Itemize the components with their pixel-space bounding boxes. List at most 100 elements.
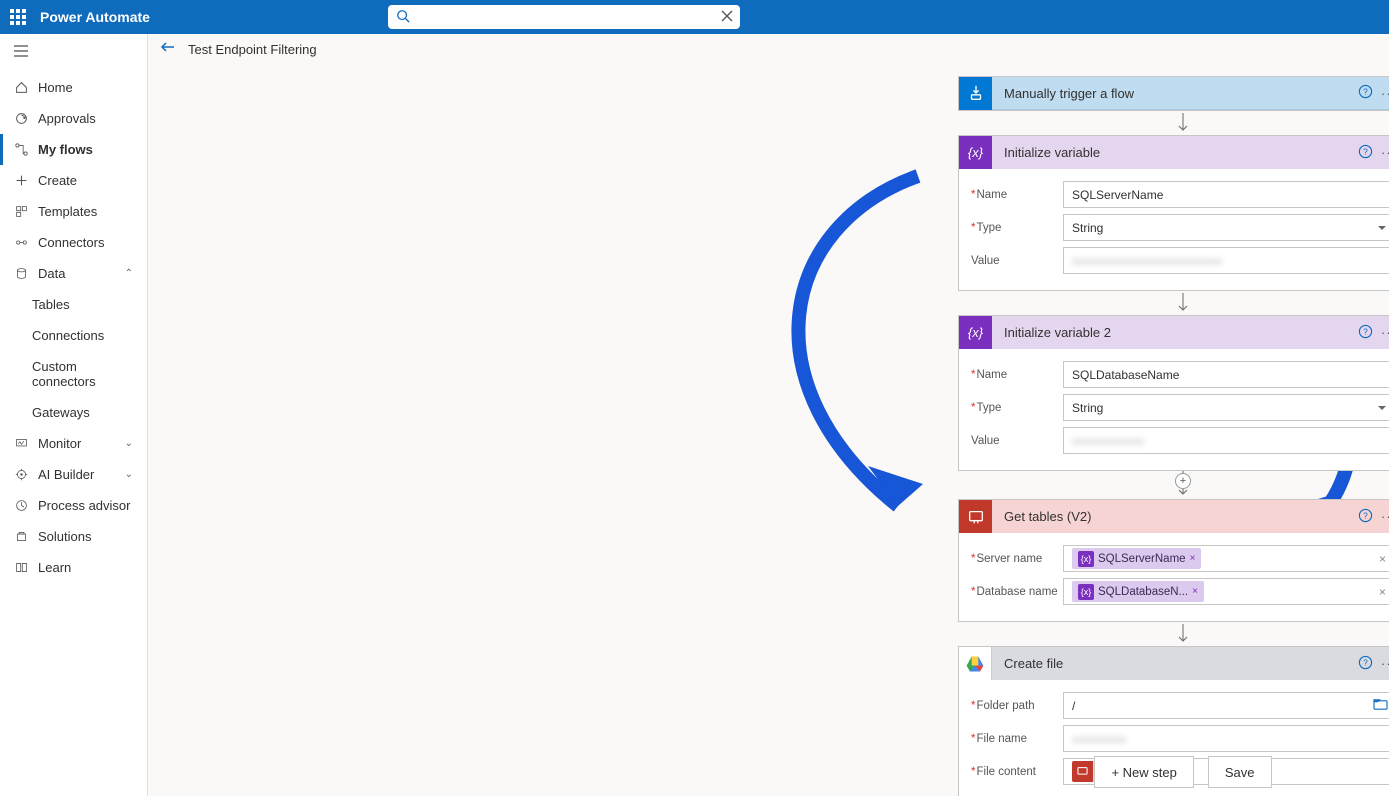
field-label-server: *Server name (971, 553, 1063, 565)
sidebar-item-tables[interactable]: Tables (0, 289, 147, 320)
sidebar-item-create[interactable]: Create (0, 165, 147, 196)
page-title: Test Endpoint Filtering (188, 42, 317, 57)
folder-picker-icon[interactable] (1373, 698, 1388, 714)
type-select[interactable]: String (1063, 394, 1389, 421)
variable-icon: {x} (959, 316, 992, 349)
chevron-down-icon: ⌄ (125, 469, 133, 480)
learn-icon (14, 561, 28, 574)
more-icon[interactable]: ··· (1381, 145, 1389, 160)
sidebar-item-home[interactable]: Home (0, 72, 147, 103)
templates-icon (14, 205, 28, 218)
brand-title: Power Automate (40, 9, 150, 25)
sidebar-item-label: Connections (32, 328, 104, 343)
sidebar-item-label: Connectors (38, 235, 104, 250)
field-label-type: *Type (971, 402, 1063, 414)
database-name-input[interactable]: {x}SQLDatabaseN...× × (1063, 578, 1389, 605)
save-button[interactable]: Save (1208, 756, 1272, 788)
value-input[interactable]: xxxxxxxxxxxx (1063, 427, 1389, 454)
remove-token-icon[interactable]: × (1190, 553, 1196, 564)
variable-icon: {x} (959, 136, 992, 169)
help-icon[interactable]: ? (1358, 144, 1373, 162)
svg-text:?: ? (1363, 326, 1368, 336)
field-label-value: Value (971, 435, 1063, 447)
sidebar-item-label: My flows (38, 142, 93, 157)
sidebar-item-approvals[interactable]: Approvals (0, 103, 147, 134)
step-title: Manually trigger a flow (1004, 86, 1358, 101)
value-input[interactable]: xxxxxxxxxxxxxxxxxxxxxxxxx (1063, 247, 1389, 274)
name-input[interactable]: SQLServerName (1063, 181, 1389, 208)
connectors-icon (14, 236, 28, 249)
sidebar-item-custom-connectors[interactable]: Custom connectors (0, 351, 147, 397)
flows-icon (14, 143, 28, 156)
step-initialize-variable[interactable]: {x} Initialize variable ? ··· *Name SQLS… (958, 135, 1389, 291)
step-get-tables[interactable]: Get tables (V2) ? ··· *Server name {x}SQ… (958, 499, 1389, 622)
sidebar-item-gateways[interactable]: Gateways (0, 397, 147, 428)
breadcrumb: Test Endpoint Filtering (148, 34, 1389, 66)
help-icon[interactable]: ? (1358, 84, 1373, 102)
sidebar-item-label: Tables (32, 297, 70, 312)
type-select[interactable]: String (1063, 214, 1389, 241)
sidebar-item-templates[interactable]: Templates (0, 196, 147, 227)
more-icon[interactable]: ··· (1381, 656, 1389, 671)
clear-field-icon[interactable]: × (1379, 552, 1386, 566)
home-icon (14, 81, 28, 94)
plus-icon[interactable]: + (1175, 473, 1191, 489)
connector-arrow (958, 291, 1389, 315)
monitor-icon (14, 437, 28, 450)
name-input[interactable]: SQLDatabaseName (1063, 361, 1389, 388)
sidebar-item-ai-builder[interactable]: AI Builder ⌄ (0, 459, 147, 490)
variable-token[interactable]: {x}SQLServerName× (1072, 548, 1201, 569)
step-title: Get tables (V2) (1004, 509, 1358, 524)
approvals-icon (14, 112, 28, 125)
step-title: Initialize variable 2 (1004, 325, 1358, 340)
sidebar-item-learn[interactable]: Learn (0, 552, 147, 583)
sidebar-item-connectors[interactable]: Connectors (0, 227, 147, 258)
field-label-database: *Database name (971, 586, 1063, 598)
help-icon[interactable]: ? (1358, 508, 1373, 526)
server-name-input[interactable]: {x}SQLServerName× × (1063, 545, 1389, 572)
folder-path-input[interactable]: / (1063, 692, 1389, 719)
field-label-type: *Type (971, 222, 1063, 234)
step-trigger[interactable]: Manually trigger a flow ? ··· (958, 76, 1389, 111)
help-icon[interactable]: ? (1358, 324, 1373, 342)
search-icon (396, 9, 410, 28)
collapse-nav-icon[interactable] (0, 34, 147, 72)
sidebar-item-connections[interactable]: Connections (0, 320, 147, 351)
filename-input[interactable]: xxxxxxxxx (1063, 725, 1389, 752)
sidebar-item-label: Data (38, 266, 65, 281)
search-input[interactable] (388, 5, 740, 29)
app-launcher-icon[interactable] (10, 9, 26, 25)
sidebar-item-process-advisor[interactable]: Process advisor (0, 490, 147, 521)
ai-icon (14, 468, 28, 481)
help-icon[interactable]: ? (1358, 655, 1373, 673)
svg-text:?: ? (1363, 657, 1368, 667)
top-bar: Power Automate (0, 0, 1389, 34)
sidebar-item-label: Process advisor (38, 498, 130, 513)
more-icon[interactable]: ··· (1381, 86, 1389, 101)
variable-token[interactable]: {x}SQLDatabaseN...× (1072, 581, 1204, 602)
sidebar-item-label: AI Builder (38, 467, 94, 482)
new-step-button[interactable]: + New step (1094, 756, 1193, 788)
more-icon[interactable]: ··· (1381, 509, 1389, 524)
sidebar-item-data[interactable]: Data ⌃ (0, 258, 147, 289)
clear-search-icon[interactable] (720, 9, 734, 28)
remove-token-icon[interactable]: × (1192, 586, 1198, 597)
global-search[interactable] (388, 5, 740, 29)
sidebar-item-label: Templates (38, 204, 97, 219)
field-label-name: *Name (971, 189, 1063, 201)
field-label-folder: *Folder path (971, 700, 1063, 712)
plus-icon (14, 174, 28, 187)
sidebar-item-solutions[interactable]: Solutions (0, 521, 147, 552)
sidebar-item-monitor[interactable]: Monitor ⌄ (0, 428, 147, 459)
step-initialize-variable-2[interactable]: {x} Initialize variable 2 ? ··· *Name SQ… (958, 315, 1389, 471)
sidebar-item-myflows[interactable]: My flows (0, 134, 147, 165)
connector-add[interactable]: + (958, 471, 1389, 499)
more-icon[interactable]: ··· (1381, 325, 1389, 340)
solutions-icon (14, 530, 28, 543)
sidebar-item-label: Learn (38, 560, 71, 575)
sql-icon (959, 500, 992, 533)
back-arrow-icon[interactable] (160, 39, 176, 60)
chevron-up-icon: ⌃ (125, 268, 133, 279)
sidebar-item-label: Create (38, 173, 77, 188)
clear-field-icon[interactable]: × (1379, 585, 1386, 599)
